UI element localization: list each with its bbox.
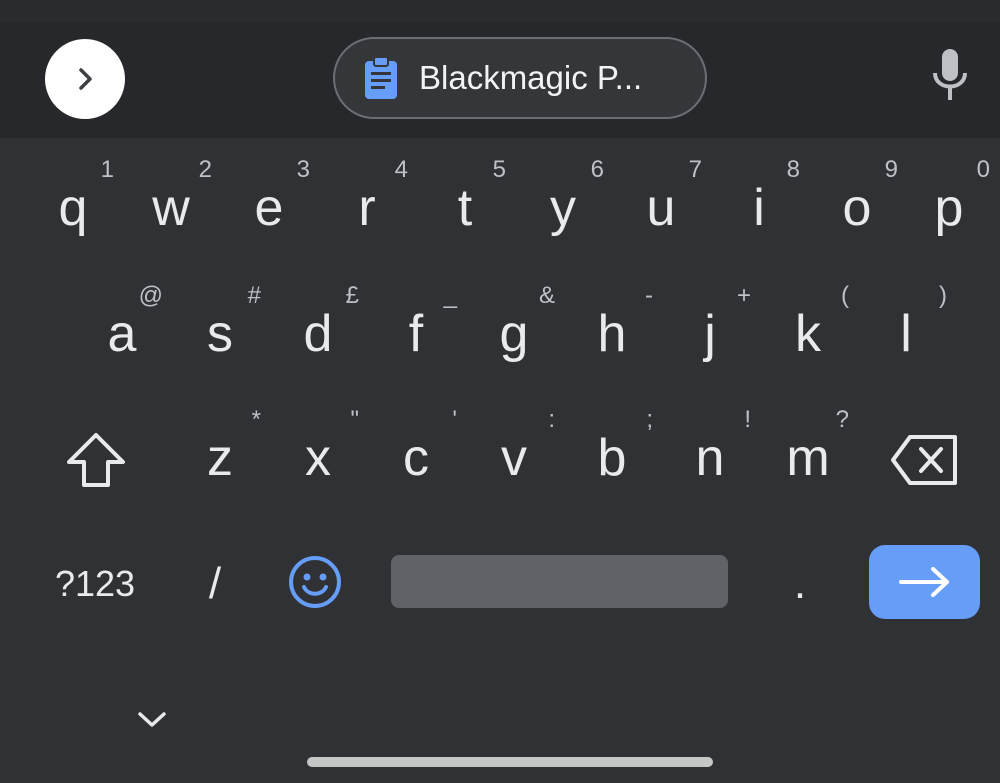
key-q[interactable]: q1 [26,156,120,254]
key-a[interactable]: a @ [75,282,169,380]
clipboard-suggestion-chip[interactable]: Blackmagic P... [333,37,707,119]
slash-key[interactable]: / [185,548,245,620]
key-k[interactable]: k( [761,282,855,380]
home-indicator[interactable] [307,757,713,767]
microphone-icon [933,49,967,100]
key-p[interactable]: p0 [902,156,996,254]
emoji-smile-icon [289,556,341,608]
shift-key[interactable] [56,415,136,505]
key-c[interactable]: c ' [369,406,463,504]
key-t[interactable]: t5 [418,156,512,254]
period-key[interactable]: . [770,548,830,620]
key-i[interactable]: i8 [712,156,806,254]
clipboard-text: Blackmagic P... [419,59,643,96]
key-h[interactable]: h- [565,282,659,380]
clipboard-icon [359,54,403,102]
shift-arrow-icon [67,433,125,487]
key-b[interactable]: b; [565,406,659,504]
voice-input-button[interactable] [920,44,980,110]
key-m[interactable]: m? [761,406,855,504]
key-u[interactable]: u7 [614,156,708,254]
chevron-right-icon [79,68,92,90]
key-n[interactable]: n! [663,406,757,504]
backspace-icon [891,435,957,485]
key-e[interactable]: e3 [222,156,316,254]
key-f[interactable]: f _ [369,282,463,380]
key-d[interactable]: d £ [271,282,365,380]
key-j[interactable]: j + [663,282,757,380]
hide-keyboard-button[interactable] [130,697,174,741]
key-v[interactable]: v: [467,406,561,504]
key-l[interactable]: l) [859,282,953,380]
status-bar-strip [0,0,1000,22]
key-o[interactable]: o9 [810,156,904,254]
enter-key[interactable] [869,545,980,619]
symbols-key[interactable]: ?123 [45,548,145,620]
key-r[interactable]: r4 [320,156,414,254]
key-y[interactable]: y6 [516,156,610,254]
key-z[interactable]: z * [173,406,267,504]
key-x[interactable]: x " [271,406,365,504]
space-bar[interactable] [391,555,728,608]
expand-toolbar-button[interactable] [45,39,125,119]
arrow-right-icon [898,567,949,597]
chevron-down-icon [138,712,166,727]
key-s[interactable]: s # [173,282,267,380]
emoji-key[interactable] [283,550,347,614]
key-w[interactable]: w2 [124,156,218,254]
backspace-key[interactable] [880,415,970,505]
key-g[interactable]: g & [467,282,561,380]
